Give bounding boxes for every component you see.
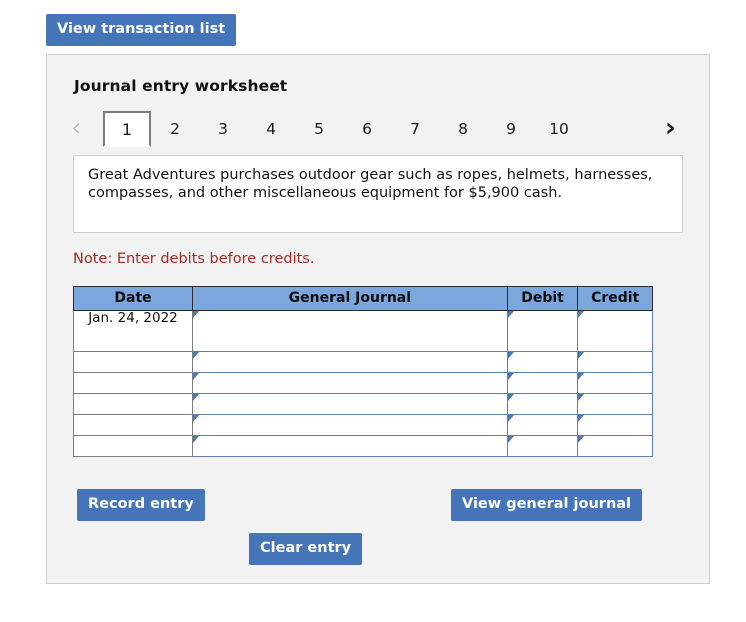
worksheet-pager: ‹ 1 2 3 4 5 6 7 8 9 10 › (71, 111, 686, 147)
cell-general-journal[interactable] (192, 393, 508, 415)
column-header-credit: Credit (577, 286, 653, 311)
worksheet-tab-5[interactable]: 5 (295, 111, 343, 147)
cell-general-journal[interactable] (192, 351, 508, 373)
cell-debit[interactable] (506, 393, 579, 415)
chevron-left-icon[interactable]: ‹ (71, 113, 81, 143)
cell-debit[interactable] (506, 414, 579, 436)
worksheet-tab-label: 9 (506, 120, 516, 138)
journal-entry-table: Date General Journal Debit Credit Jan. 2… (72, 286, 653, 457)
worksheet-tab-label: 4 (266, 120, 276, 138)
cell-general-journal[interactable] (192, 414, 508, 436)
worksheet-tab-label: 7 (410, 120, 420, 138)
worksheet-tab-9[interactable]: 9 (487, 111, 535, 147)
journal-table-body: Jan. 24, 2022 (72, 310, 653, 457)
column-header-general-journal: General Journal (192, 286, 508, 311)
column-header-date: Date (72, 286, 194, 311)
cell-credit[interactable] (577, 310, 653, 352)
worksheet-tab-8[interactable]: 8 (439, 111, 487, 147)
table-row (72, 351, 653, 373)
worksheet-tab-4[interactable]: 4 (247, 111, 295, 147)
cell-date (72, 414, 194, 436)
cell-credit[interactable] (577, 393, 653, 415)
cell-date (72, 372, 194, 394)
cell-credit[interactable] (577, 414, 653, 436)
cell-credit[interactable] (577, 435, 653, 457)
cell-debit[interactable] (506, 351, 579, 373)
cell-date: Jan. 24, 2022 (72, 310, 194, 352)
worksheet-tab-2[interactable]: 2 (151, 111, 199, 147)
worksheet-tab-6[interactable]: 6 (343, 111, 391, 147)
clear-entry-button[interactable]: Clear entry (249, 533, 363, 565)
worksheet-tab-label: 1 (121, 119, 133, 139)
table-header-row: Date General Journal Debit Credit (72, 286, 653, 311)
column-header-debit: Debit (506, 286, 579, 311)
debits-before-credits-note: Note: Enter debits before credits. (73, 251, 315, 267)
worksheet-tab-label: 10 (549, 120, 569, 138)
cell-debit[interactable] (506, 310, 579, 352)
cell-general-journal[interactable] (192, 372, 508, 394)
table-row (72, 372, 653, 394)
journal-entry-worksheet-panel: Journal entry worksheet ‹ 1 2 3 4 5 6 7 8 9 10 › … (46, 54, 710, 584)
worksheet-tab-7[interactable]: 7 (391, 111, 439, 147)
table-row (72, 393, 653, 415)
chevron-right-icon[interactable]: › (665, 113, 676, 143)
worksheet-tab-1[interactable]: 1 (103, 111, 151, 147)
cell-general-journal[interactable] (192, 310, 508, 352)
table-row (72, 435, 653, 457)
transaction-description: Great Adventures purchases outdoor gear … (73, 155, 683, 233)
journal-table-container: Date General Journal Debit Credit Jan. 2… (72, 286, 653, 457)
table-row: Jan. 24, 2022 (72, 310, 653, 352)
cell-date (72, 435, 194, 457)
worksheet-tab-label: 6 (362, 120, 372, 138)
view-transaction-list-button[interactable]: View transaction list (46, 14, 237, 46)
cell-general-journal[interactable] (192, 435, 508, 457)
table-row (72, 414, 653, 436)
worksheet-tab-label: 8 (458, 120, 468, 138)
cell-date (72, 393, 194, 415)
cell-debit[interactable] (506, 435, 579, 457)
worksheet-tab-label: 2 (170, 120, 180, 138)
top-actions-bar: View transaction list (46, 14, 237, 46)
page-title: Journal entry worksheet (74, 77, 288, 95)
cell-debit[interactable] (506, 372, 579, 394)
worksheet-tab-label: 5 (314, 120, 324, 138)
worksheet-tab-label: 3 (218, 120, 228, 138)
view-general-journal-button[interactable]: View general journal (451, 489, 643, 521)
record-entry-button[interactable]: Record entry (77, 489, 205, 521)
cell-credit[interactable] (577, 351, 653, 373)
worksheet-tab-list: 1 2 3 4 5 6 7 8 9 10 (103, 111, 583, 147)
worksheet-tab-10[interactable]: 10 (535, 111, 583, 147)
cell-credit[interactable] (577, 372, 653, 394)
cell-date (72, 351, 194, 373)
worksheet-tab-3[interactable]: 3 (199, 111, 247, 147)
